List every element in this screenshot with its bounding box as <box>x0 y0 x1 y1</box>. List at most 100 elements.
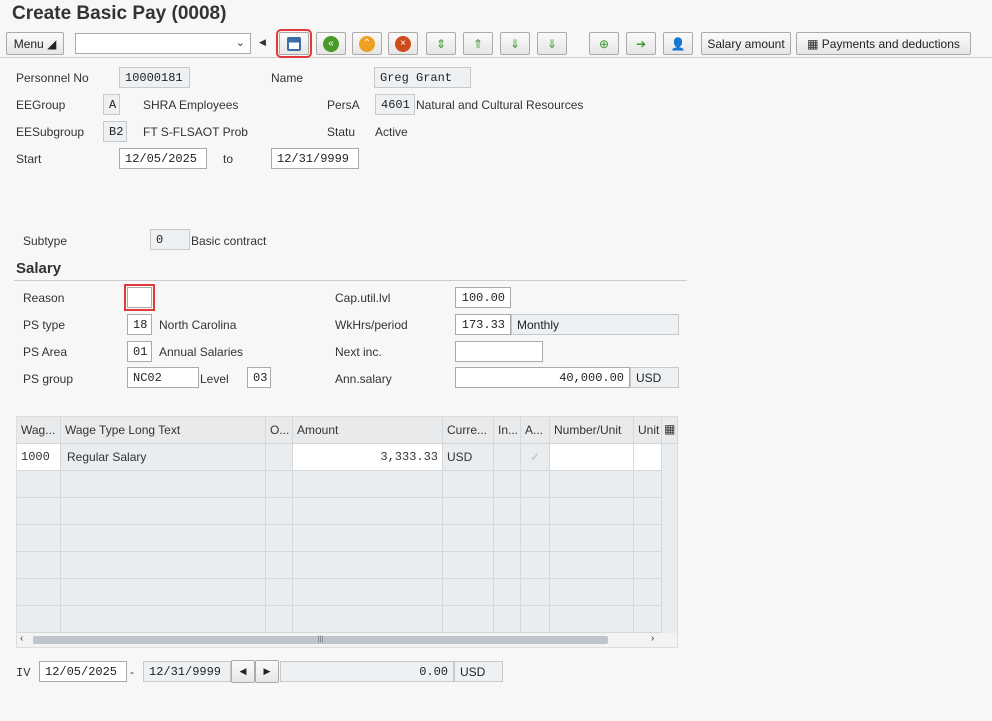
exit-button[interactable]: ⌃ <box>352 32 382 55</box>
scroll-left-icon[interactable]: ‹ <box>20 633 23 644</box>
level-input[interactable]: 03 <box>247 367 271 388</box>
start-label: Start <box>16 152 42 166</box>
menu-button[interactable]: Menu ◢ <box>6 32 64 55</box>
end-date-input[interactable]: 12/31/9999 <box>271 148 359 169</box>
first-record-button[interactable]: ⇑ <box>463 32 493 55</box>
last-record-button[interactable]: ⇓ <box>537 32 567 55</box>
status-label: Statu <box>327 125 356 139</box>
caputil-input[interactable]: 100.00 <box>455 287 511 308</box>
empty-rows <box>17 471 662 633</box>
col-header-long-text[interactable]: Wage Type Long Text <box>61 417 266 444</box>
col-header-currency[interactable]: Curre... <box>443 417 494 444</box>
col-header-o[interactable]: O... <box>266 417 293 444</box>
start-date-input[interactable]: 12/05/2025 <box>119 148 207 169</box>
col-header-number-unit[interactable]: Number/Unit <box>550 417 634 444</box>
eegroup-label: EEGroup <box>16 98 66 112</box>
section-divider <box>14 280 687 281</box>
previous-next-button[interactable]: ⇕ <box>426 32 456 55</box>
cell-o <box>266 444 293 471</box>
col-header-in[interactable]: In... <box>494 417 521 444</box>
cell-long-text: Regular Salary <box>61 444 266 471</box>
subtype-label: Subtype <box>23 234 68 248</box>
col-header-unit[interactable]: Unit <box>634 417 662 444</box>
reason-label: Reason <box>23 291 65 305</box>
iv-next-button[interactable]: ▶ <box>255 660 279 683</box>
iv-from-input[interactable]: 12/05/2025 <box>39 661 127 682</box>
back-button[interactable]: « <box>316 32 346 55</box>
ann-salary-label: Ann.salary <box>335 372 392 386</box>
new-document-button[interactable]: ⊕ <box>589 32 619 55</box>
ps-area-input[interactable]: 01 <box>127 341 152 362</box>
ps-type-text: North Carolina <box>159 318 237 332</box>
iv-previous-button[interactable]: ◀ <box>231 660 255 683</box>
caret-left-icon: ◀ <box>239 666 247 676</box>
period-field: Monthly <box>511 314 679 335</box>
next-inc-input[interactable] <box>455 341 543 362</box>
subtype-text: Basic contract <box>191 234 267 248</box>
command-field[interactable]: ⌄ <box>75 33 251 54</box>
wage-type-table: Wag... Wage Type Long Text O... Amount C… <box>16 416 678 648</box>
table-icon: ▦ <box>807 36 819 51</box>
col-header-amount[interactable]: Amount <box>293 417 443 444</box>
save-button[interactable] <box>276 29 312 58</box>
reason-input[interactable] <box>124 284 155 311</box>
table-settings-icon[interactable]: ▦ <box>662 417 678 444</box>
eesubgroup-label: EESubgroup <box>16 125 85 139</box>
personnel-no-field: 10000181 <box>119 67 190 88</box>
horizontal-scrollbar[interactable]: ‹ ||| › <box>17 633 677 647</box>
document-plus-icon: ⊕ <box>598 36 610 51</box>
to-label: to <box>223 152 234 166</box>
chevron-down-icon: ⌄ <box>235 37 245 49</box>
menu-label: Menu <box>13 36 44 51</box>
cell-unit[interactable] <box>634 444 662 471</box>
wkhrs-label: WkHrs/period <box>335 318 408 332</box>
next-inc-label: Next inc. <box>335 345 382 359</box>
document-arrows-icon: ⇕ <box>435 36 447 51</box>
cell-wage-type[interactable]: 1000 <box>17 444 61 471</box>
cell-number-unit[interactable] <box>550 444 634 471</box>
iv-label: IV <box>16 666 31 680</box>
ps-group-label: PS group <box>23 372 74 386</box>
scroll-right-icon[interactable]: › <box>651 633 654 644</box>
cell-amount[interactable]: 3,333.33 <box>293 444 443 471</box>
iv-currency-field: USD <box>454 661 503 682</box>
next-record-button[interactable]: ⇓ <box>500 32 530 55</box>
cancel-button[interactable]: × <box>388 32 418 55</box>
ps-type-input[interactable]: 18 <box>127 314 152 335</box>
col-header-wage-type[interactable]: Wag... <box>17 417 61 444</box>
caret-right-icon: ▶ <box>263 666 271 676</box>
wkhrs-input[interactable]: 173.33 <box>455 314 511 335</box>
document-up-icon: ⇑ <box>472 36 484 51</box>
name-label: Name <box>271 71 304 85</box>
document-arrow-icon: ➔ <box>635 36 647 51</box>
eegroup-field: A <box>103 94 120 115</box>
exit-icon: ⌃ <box>359 35 375 52</box>
back-icon: « <box>323 35 339 52</box>
status-value: Active <box>375 125 408 139</box>
caputil-label: Cap.util.lvl <box>335 291 391 305</box>
scrollbar-thumb[interactable]: ||| <box>33 636 608 644</box>
col-header-a[interactable]: A... <box>521 417 550 444</box>
document-last-icon: ⇓ <box>546 36 558 51</box>
salary-amount-button[interactable]: Salary amount <box>701 32 791 55</box>
ps-group-input[interactable]: NC02 <box>127 367 199 388</box>
persa-field: 4601 <box>375 94 415 115</box>
cell-in <box>494 444 521 471</box>
ps-area-label: PS Area <box>23 345 68 359</box>
iv-amount-field: 0.00 <box>280 661 454 682</box>
payments-label: Payments and deductions <box>821 36 960 51</box>
document-down-icon: ⇓ <box>509 36 521 51</box>
ps-area-text: Annual Salaries <box>159 345 244 359</box>
payments-deductions-button[interactable]: ▦ Payments and deductions <box>796 32 971 55</box>
person-button[interactable]: 👤 <box>663 32 693 55</box>
ann-salary-input[interactable]: 40,000.00 <box>455 367 630 388</box>
name-field: Greg Grant <box>374 67 471 88</box>
cancel-icon: × <box>395 35 411 52</box>
ps-type-label: PS type <box>23 318 66 332</box>
collapse-arrow-icon[interactable]: ◀ <box>259 37 266 48</box>
eesubgroup-text: FT S-FLSAOT Prob <box>143 125 248 139</box>
document-forward-button[interactable]: ➔ <box>626 32 656 55</box>
iv-dash: - <box>130 665 134 679</box>
eesubgroup-field: B2 <box>103 121 127 142</box>
person-icon: 👤 <box>670 36 686 51</box>
